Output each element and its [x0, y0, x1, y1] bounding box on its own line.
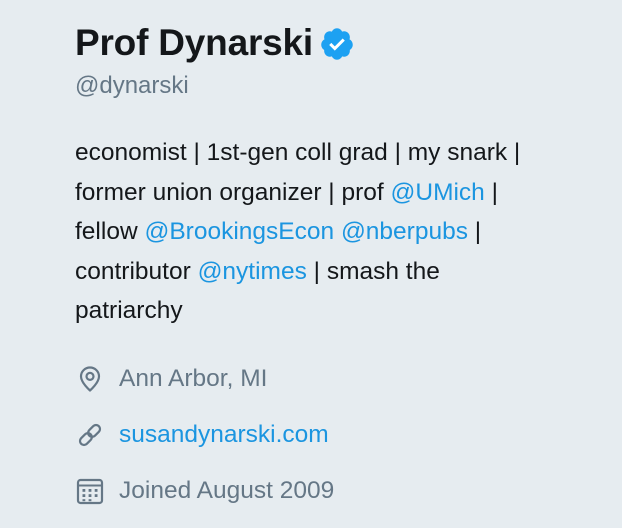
- profile-url-row: susandynarski.com: [75, 418, 329, 452]
- bio-text: |: [484, 178, 498, 206]
- bio-line: contributor @nytimes | smash the: [75, 252, 615, 292]
- profile-joined-date: Joined August 2009: [119, 477, 335, 504]
- profile-location-row: Ann Arbor, MI: [75, 362, 267, 396]
- profile-website-link[interactable]: susandynarski.com: [119, 421, 329, 449]
- bio-text: | smash the: [306, 257, 440, 285]
- profile-handle[interactable]: @dynarski: [75, 72, 189, 100]
- bio-line: economist | 1st-gen coll grad | my snark…: [75, 133, 615, 173]
- mention-link-brookingsecon[interactable]: @BrookingsEcon: [144, 218, 334, 245]
- mention-link-umich[interactable]: @UMich: [391, 179, 485, 206]
- calendar-icon: [75, 476, 105, 506]
- verified-badge-icon: [319, 26, 355, 62]
- bio-line: fellow @BrookingsEcon @nberpubs |: [75, 212, 615, 252]
- bio-text: former union organizer | prof: [75, 178, 391, 206]
- bio-text: fellow: [75, 218, 145, 245]
- bio-text: |: [467, 218, 482, 245]
- bio-line: patriarchy: [75, 291, 615, 331]
- profile-name[interactable]: Prof Dynarski: [75, 22, 313, 64]
- link-icon: [75, 420, 105, 450]
- bio-text: economist | 1st-gen coll grad | my snark…: [75, 139, 521, 166]
- mention-link-nytimes[interactable]: @nytimes: [198, 258, 307, 285]
- profile-bio: economist | 1st-gen coll grad | my snark…: [75, 133, 615, 331]
- profile-name-row: Prof Dynarski: [75, 18, 355, 68]
- bio-text: [334, 218, 341, 245]
- bio-text: patriarchy: [75, 297, 183, 324]
- profile-joined-row: Joined August 2009: [75, 474, 334, 508]
- location-pin-icon: [75, 364, 105, 394]
- bio-line: former union organizer | prof @UMich |: [75, 173, 615, 213]
- profile-location: Ann Arbor, MI: [119, 365, 268, 392]
- bio-text: contributor: [75, 257, 198, 285]
- mention-link-nberpubs[interactable]: @nberpubs: [341, 218, 468, 245]
